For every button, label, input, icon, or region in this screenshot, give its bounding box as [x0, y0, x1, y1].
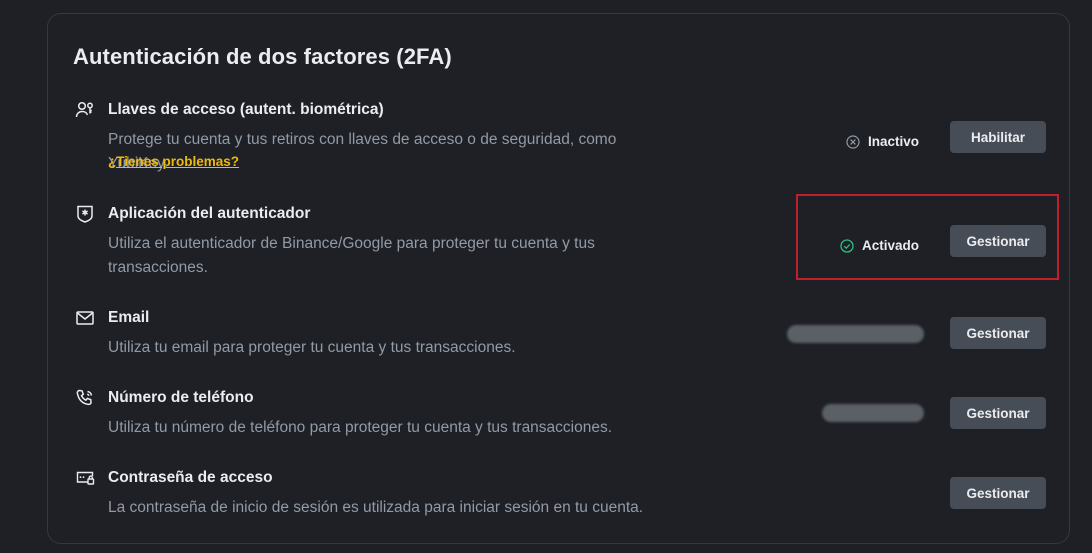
- highlight-box: [796, 194, 1059, 280]
- x-circle-icon: [846, 134, 860, 149]
- redacted-phone: [822, 404, 924, 422]
- phone-icon: [75, 388, 95, 408]
- user-key-icon: [75, 100, 95, 120]
- enable-passkeys-button[interactable]: Habilitar: [950, 121, 1046, 153]
- row-description: Utiliza tu email para proteger tu cuenta…: [108, 339, 516, 356]
- row-name: Aplicación del autenticador: [108, 205, 311, 222]
- row-description: Utiliza el autenticador de Binance/Googl…: [108, 235, 595, 276]
- row-name: Número de teléfono: [108, 389, 254, 406]
- mail-icon: [75, 308, 95, 328]
- redacted-email: [787, 325, 924, 343]
- row-name: Llaves de acceso (autent. biométrica): [108, 101, 384, 118]
- section-title: Autenticación de dos factores (2FA): [73, 44, 452, 69]
- two-factor-card: Autenticación de dos factores (2FA) Llav…: [47, 13, 1070, 544]
- row-name: Email: [108, 309, 150, 326]
- authenticator-shield-icon: [75, 204, 95, 224]
- row-description: La contraseña de inicio de sesión es uti…: [108, 499, 644, 516]
- status-inactive: Inactivo: [846, 134, 919, 149]
- status-label: Inactivo: [868, 134, 920, 149]
- manage-phone-button[interactable]: Gestionar: [950, 397, 1046, 429]
- row-name: Contraseña de acceso: [108, 469, 273, 486]
- row-description: Utiliza tu número de teléfono para prote…: [108, 419, 613, 436]
- manage-email-button[interactable]: Gestionar: [950, 317, 1046, 349]
- trouble-link[interactable]: ¿Tienes problemas?: [108, 154, 239, 169]
- password-icon: [75, 468, 95, 488]
- manage-password-button[interactable]: Gestionar: [950, 477, 1046, 509]
